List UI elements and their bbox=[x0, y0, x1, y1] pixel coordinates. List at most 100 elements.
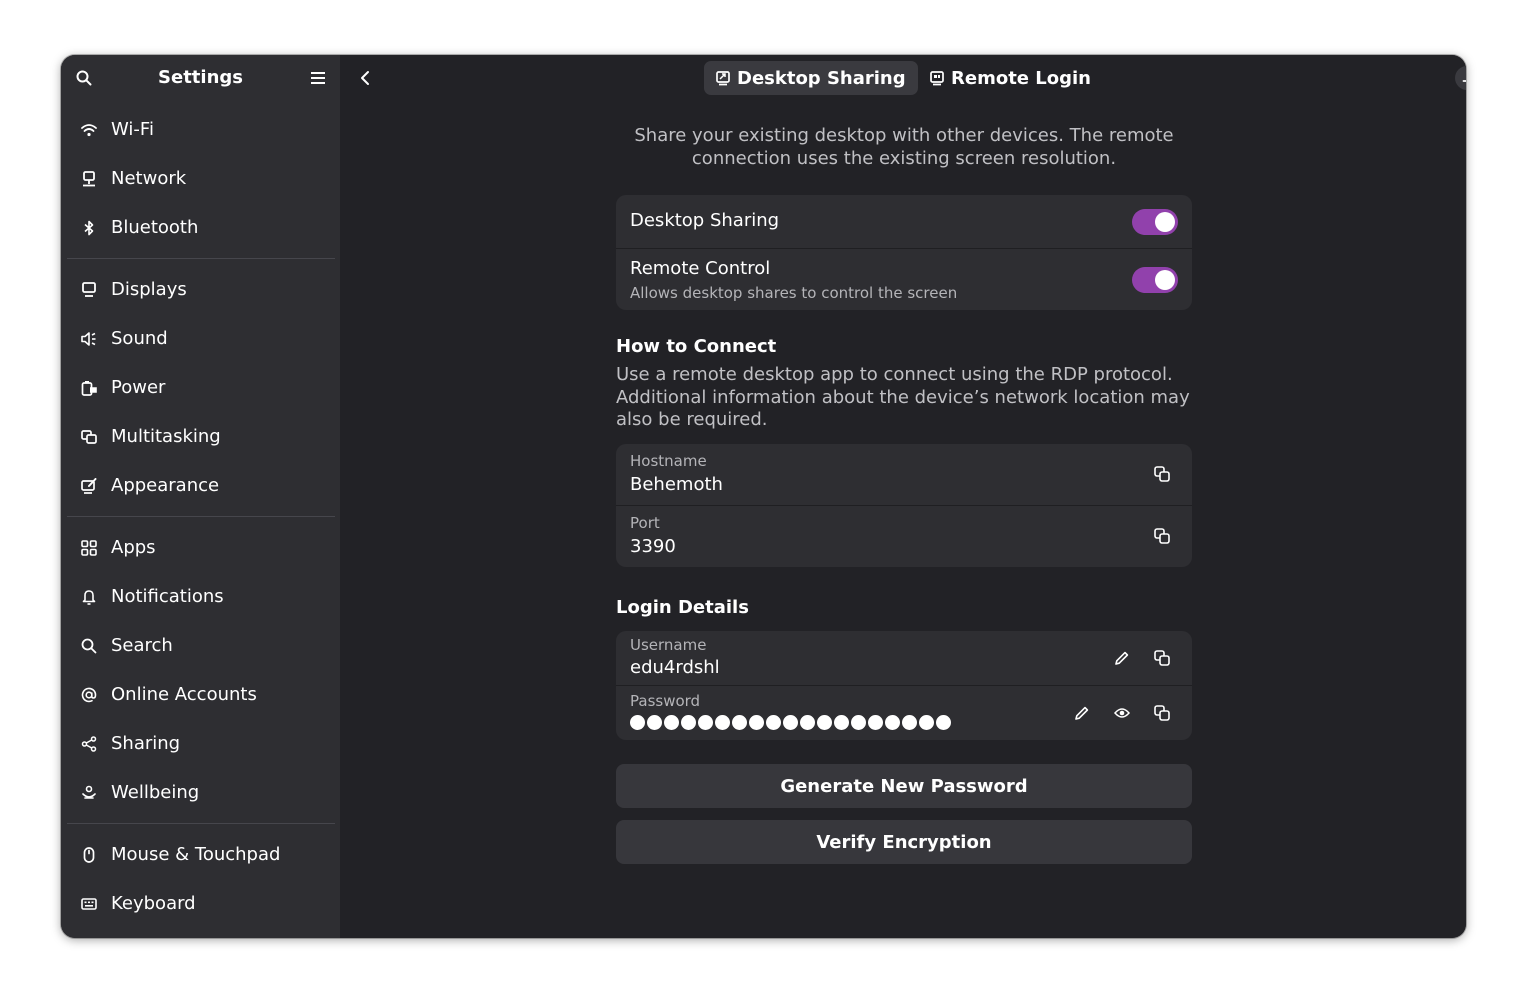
verify-encryption-button[interactable]: Verify Encryption bbox=[616, 820, 1192, 864]
tab-label: Desktop Sharing bbox=[737, 67, 906, 89]
sidebar-item-label: Keyboard bbox=[111, 893, 196, 914]
hostname-label: Hostname bbox=[630, 452, 707, 470]
copy-port-button[interactable] bbox=[1146, 520, 1178, 552]
sidebar-item-notifications[interactable]: Notifications bbox=[67, 572, 335, 621]
show-password-button[interactable] bbox=[1106, 697, 1138, 729]
power-icon bbox=[81, 380, 97, 396]
search-icon bbox=[81, 638, 97, 654]
username-label: Username bbox=[630, 636, 707, 654]
sidebar-item-label: Online Accounts bbox=[111, 684, 257, 705]
sidebar-item-mouse-touchpad[interactable]: Mouse & Touchpad bbox=[67, 830, 335, 879]
sidebar-item-label: Appearance bbox=[111, 475, 220, 496]
copy-hostname-button[interactable] bbox=[1146, 458, 1178, 490]
port-label: Port bbox=[630, 514, 660, 532]
sidebar: Settings Wi-Fi Network Bluetooth Display… bbox=[61, 55, 340, 938]
sidebar-item-network[interactable]: Network bbox=[67, 154, 335, 203]
pencil-icon bbox=[1075, 706, 1089, 720]
remote-control-switch[interactable] bbox=[1132, 267, 1178, 293]
sidebar-title: Settings bbox=[158, 67, 243, 88]
sidebar-list: Wi-Fi Network Bluetooth Displays Sound P… bbox=[67, 105, 335, 928]
generate-new-password-button[interactable]: Generate New Password bbox=[616, 764, 1192, 808]
password-label: Password bbox=[630, 692, 701, 710]
port-value: 3390 bbox=[630, 536, 676, 557]
menu-icon[interactable] bbox=[301, 61, 335, 95]
login-details-card: Username edu4rdshl Password bbox=[616, 631, 1192, 740]
row-title: Desktop Sharing bbox=[630, 210, 780, 231]
sidebar-item-label: Sound bbox=[111, 328, 168, 349]
sidebar-separator bbox=[67, 258, 335, 259]
port-row: Port 3390 bbox=[616, 506, 1192, 567]
how-to-connect-description: Use a remote desktop app to connect usin… bbox=[616, 364, 1190, 430]
tab-remote-login[interactable]: Remote Login bbox=[918, 61, 1103, 95]
sidebar-item-label: Sharing bbox=[111, 733, 181, 754]
sidebar-item-wifi[interactable]: Wi-Fi bbox=[67, 105, 335, 154]
login-details-title: Login Details bbox=[616, 597, 749, 618]
sidebar-item-label: Bluetooth bbox=[111, 217, 199, 238]
main-pane: Desktop Sharing Remote Login Share your … bbox=[340, 55, 1466, 938]
sidebar-item-label: Displays bbox=[111, 279, 187, 300]
mouse-icon bbox=[81, 846, 97, 863]
view-switcher: Desktop Sharing Remote Login bbox=[340, 61, 1466, 95]
settings-window: Settings Wi-Fi Network Bluetooth Display… bbox=[61, 55, 1466, 938]
apps-icon bbox=[81, 539, 97, 556]
sound-icon bbox=[81, 331, 97, 347]
edit-username-button[interactable] bbox=[1106, 642, 1138, 674]
sidebar-item-label: Network bbox=[111, 168, 187, 189]
desktop-sharing-row[interactable]: Desktop Sharing bbox=[616, 195, 1192, 249]
hostname-value: Behemoth bbox=[630, 474, 723, 495]
sidebar-item-keyboard[interactable]: Keyboard bbox=[67, 879, 335, 928]
bluetooth-icon bbox=[81, 220, 97, 236]
row-subtitle: Allows desktop shares to control the scr… bbox=[630, 284, 958, 302]
pencil-icon bbox=[1115, 651, 1129, 665]
minimize-icon bbox=[1462, 80, 1466, 82]
desktop-sharing-switch[interactable] bbox=[1132, 209, 1178, 235]
hostname-row: Hostname Behemoth bbox=[616, 444, 1192, 506]
remote-login-icon bbox=[930, 70, 944, 86]
sidebar-item-online-accounts[interactable]: Online Accounts bbox=[67, 670, 335, 719]
sidebar-item-appearance[interactable]: Appearance bbox=[67, 461, 335, 510]
how-to-connect-title: How to Connect bbox=[616, 336, 777, 357]
sidebar-item-displays[interactable]: Displays bbox=[67, 265, 335, 314]
copy-icon bbox=[1154, 650, 1170, 666]
appearance-icon bbox=[81, 477, 97, 494]
page-description: Share your existing desktop with other d… bbox=[634, 125, 1174, 169]
eye-icon bbox=[1114, 708, 1130, 718]
sidebar-item-power[interactable]: Power bbox=[67, 363, 335, 412]
row-title: Remote Control bbox=[630, 258, 771, 279]
tab-desktop-sharing[interactable]: Desktop Sharing bbox=[704, 61, 918, 95]
username-value: edu4rdshl bbox=[630, 657, 720, 678]
password-row: Password bbox=[616, 686, 1192, 740]
desktop-sharing-icon bbox=[716, 70, 730, 86]
copy-icon bbox=[1154, 705, 1170, 721]
sidebar-item-bluetooth[interactable]: Bluetooth bbox=[67, 203, 335, 252]
sidebar-item-label: Apps bbox=[111, 537, 156, 558]
copy-username-button[interactable] bbox=[1146, 642, 1178, 674]
copy-password-button[interactable] bbox=[1146, 697, 1178, 729]
sidebar-item-sound[interactable]: Sound bbox=[67, 314, 335, 363]
multitasking-icon bbox=[81, 429, 97, 445]
tab-label: Remote Login bbox=[951, 67, 1091, 89]
switch-knob bbox=[1155, 212, 1175, 232]
network-icon bbox=[81, 170, 97, 187]
wellbeing-icon bbox=[81, 785, 97, 801]
sidebar-separator bbox=[67, 516, 335, 517]
remote-control-row[interactable]: Remote Control Allows desktop shares to … bbox=[616, 249, 1192, 310]
sidebar-item-search[interactable]: Search bbox=[67, 621, 335, 670]
edit-password-button[interactable] bbox=[1066, 697, 1098, 729]
sidebar-item-label: Notifications bbox=[111, 586, 224, 607]
sidebar-item-label: Wellbeing bbox=[111, 782, 200, 803]
keyboard-icon bbox=[81, 896, 97, 912]
sidebar-item-multitasking[interactable]: Multitasking bbox=[67, 412, 335, 461]
username-row: Username edu4rdshl bbox=[616, 631, 1192, 686]
sidebar-item-sharing[interactable]: Sharing bbox=[67, 719, 335, 768]
at-icon bbox=[81, 687, 97, 703]
bell-icon bbox=[81, 589, 97, 605]
copy-icon bbox=[1154, 528, 1170, 544]
sidebar-item-wellbeing[interactable]: Wellbeing bbox=[67, 768, 335, 817]
sidebar-item-apps[interactable]: Apps bbox=[67, 523, 335, 572]
display-icon bbox=[81, 281, 97, 298]
copy-icon bbox=[1154, 466, 1170, 482]
sidebar-separator bbox=[67, 823, 335, 824]
sidebar-item-label: Wi-Fi bbox=[111, 119, 154, 140]
share-icon bbox=[81, 735, 97, 752]
